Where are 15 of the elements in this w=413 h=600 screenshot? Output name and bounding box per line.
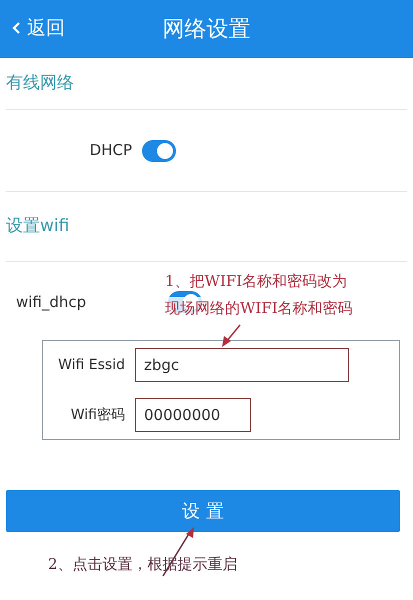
section-title: 设置wifi: [6, 214, 70, 238]
page-title: 网络设置: [162, 16, 250, 44]
annotation-arrow: [222, 324, 241, 347]
section-title: 有线网络: [6, 72, 74, 95]
submit-button[interactable]: 设 置: [6, 490, 400, 532]
input-field[interactable]: 00000000: [135, 398, 251, 432]
field-label: Wifi Essid: [57, 356, 126, 374]
annotation-text: 1、把WIFI名称和密码改为: [165, 271, 348, 292]
chevron-left-icon: [12, 21, 21, 36]
back-button[interactable]: 返回: [12, 14, 65, 42]
field-label: Wifi密码: [70, 406, 126, 424]
input-field[interactable]: zbgc: [135, 348, 349, 382]
toggle-label: wifi_dhcp: [15, 292, 88, 313]
toggle-label: DHCP: [88, 140, 133, 162]
toggle-switch[interactable]: [142, 140, 176, 162]
